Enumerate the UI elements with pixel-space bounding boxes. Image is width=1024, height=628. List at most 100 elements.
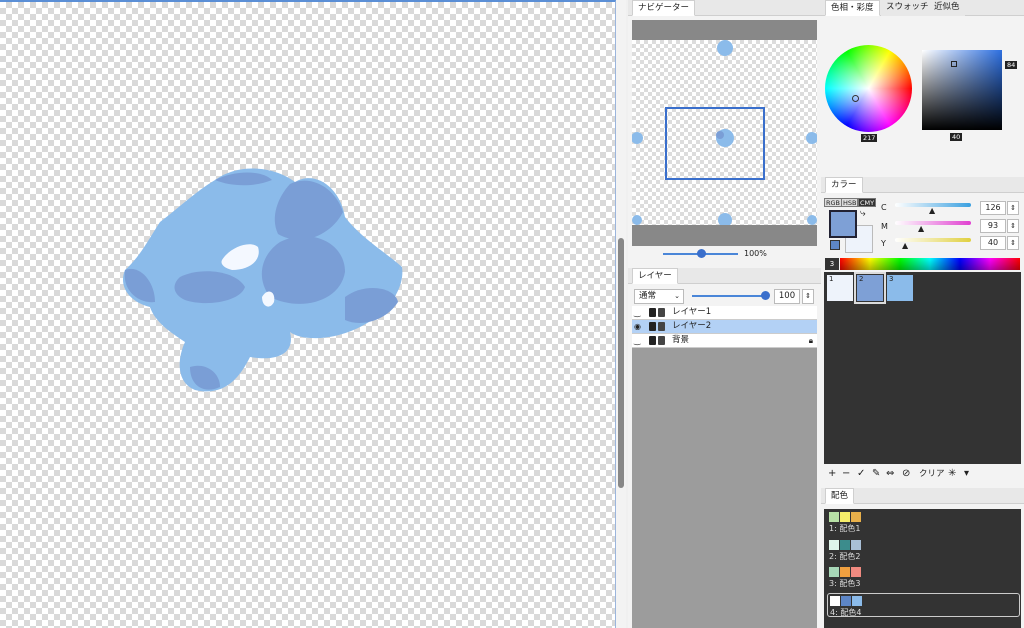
swap-icon[interactable]: ⇔ [886,466,894,482]
zoom-level: 100% [744,249,767,258]
layer-type-icon [649,322,656,331]
canvas-vertical-scrollbar[interactable] [616,0,626,628]
palette-chip [830,596,840,606]
tab-layers[interactable]: レイヤー [632,268,678,284]
layer-name: 背景 [672,335,690,345]
palette-chip [841,596,851,606]
slider-c-value[interactable]: 126 [980,201,1006,215]
palette-chip [851,567,861,577]
opacity-slider-thumb[interactable] [761,291,770,300]
colorpanel-tabbar: カラー [821,177,1024,193]
tab-swatch[interactable]: スウォッチ [881,0,934,16]
swap-colors-icon[interactable]: ⤷ [860,208,866,219]
slider-y-thumb[interactable]: ▲ [902,241,908,250]
artwork-blob [122,168,403,392]
scroll-thumb[interactable] [618,238,624,488]
hue-marker[interactable] [852,95,859,102]
mode-cmy-button[interactable]: CMY [858,198,877,207]
layer-list: ‿ レイヤー1 ◉ レイヤー2 ‿ 背景 🔒︎ [632,306,817,628]
palette-chip [829,540,839,550]
tab-color[interactable]: カラー [825,177,863,193]
eye-closed-icon[interactable]: ‿ [634,334,644,347]
blend-mode-select[interactable]: 通常 ⌄ [634,289,684,304]
layer-type-icon [649,308,656,317]
palette-chip [829,567,839,577]
pen-icon [658,308,665,317]
eye-open-icon[interactable]: ◉ [634,320,644,333]
slider-m-thumb[interactable]: ▲ [918,224,924,233]
clear-button[interactable]: クリア [919,466,945,482]
slider-m-track[interactable] [895,221,971,225]
opacity-spinner[interactable]: ⇕ [802,289,814,304]
slider-y-value[interactable]: 40 [980,236,1006,250]
palette-chip [840,567,850,577]
value-badge: 40 [950,133,963,141]
swatch-item[interactable]: 2 [854,272,886,304]
slider-m-spinner[interactable]: ⇕ [1007,219,1019,233]
swatch-toolbar: + − ✓ ✎ ⇔ ⊘ クリア ✳ ▾ [824,466,1021,482]
palette-set[interactable]: 4: 配色4 [827,593,1020,617]
menu-chevron-icon[interactable]: ▾ [964,466,969,482]
pen-icon [658,336,665,345]
swatch-item[interactable]: 1 [826,274,854,302]
slider-y-spinner[interactable]: ⇕ [1007,236,1019,250]
check-icon[interactable]: ✓ [857,466,865,482]
swatch-item[interactable]: 3 [886,274,914,302]
palette-tabbar: 配色 [821,488,1024,504]
palette-set[interactable]: 3: 配色3 [827,565,1020,589]
add-icon[interactable]: + [828,466,836,482]
layer-row[interactable]: ‿ 背景 🔒︎ [632,334,817,348]
mode-rgb-button[interactable]: RGB [824,198,843,207]
opacity-slider-track[interactable] [692,295,766,297]
tab-navigator[interactable]: ナビゲーター [632,0,696,16]
layer-type-icon [649,336,656,345]
palette-set[interactable]: 1: 配色1 [827,510,1020,534]
palette-chip [851,540,861,550]
tab-hue-saturation[interactable]: 色相・彩度 [825,0,880,16]
zoom-slider-thumb[interactable] [697,249,706,258]
eye-closed-icon[interactable]: ‿ [634,306,644,319]
slider-c-spinner[interactable]: ⇕ [1007,201,1019,215]
prohibit-icon[interactable]: ⊘ [902,466,910,482]
lock-icon[interactable]: 🔒︎ [809,334,813,347]
layer-row[interactable]: ‿ レイヤー1 [632,306,817,320]
mode-hsb-button[interactable]: HSB [841,198,859,207]
color-spectrum-bar[interactable] [840,258,1020,270]
tab-palette[interactable]: 配色 [825,488,855,504]
navigator-viewport-rect[interactable] [665,107,765,180]
palette-chip [829,512,839,522]
drawing-canvas[interactable] [0,0,616,628]
palette-chip [852,596,862,606]
swatch-label: 3 [889,275,894,283]
palette-label: 1: 配色1 [829,524,861,533]
navigator-thumbnail[interactable] [632,40,817,225]
slider-c-thumb[interactable]: ▲ [929,206,935,215]
navigator-tabbar: ナビゲーター [628,0,821,16]
opacity-input[interactable]: 100 [774,289,800,304]
hue-wheel[interactable] [825,45,912,132]
layer-name: レイヤー2 [672,321,712,331]
tab-similar-colors[interactable]: 近似色 [929,0,965,16]
foreground-color-swatch[interactable] [829,210,857,238]
palette-chip [851,512,861,522]
layer-name: レイヤー1 [672,307,712,317]
saturation-value-square[interactable] [922,50,1002,130]
pen-icon [658,322,665,331]
blend-mode-value: 通常 [639,291,657,301]
sv-marker[interactable] [951,61,957,67]
sparkle-icon[interactable]: ✳ [948,466,956,482]
swatch-label: 2 [859,275,864,283]
hue-badge: 217 [861,134,878,142]
saturation-badge: 84 [1005,61,1018,69]
app-window: ナビゲーター 100% レイヤー 通常 ⌄ 100 ⇕ ‿ レイヤー1 ◉ レイ… [0,0,1024,628]
layer-row[interactable]: ◉ レイヤー2 [632,320,817,334]
slider-y-label: Y [881,239,886,248]
swatch-label: 1 [829,275,834,283]
palette-set[interactable]: 2: 配色2 [827,538,1020,562]
slider-m-value[interactable]: 93 [980,219,1006,233]
chevron-down-icon: ⌄ [674,292,680,300]
palette-label: 3: 配色3 [829,579,861,588]
eyedropper-icon[interactable]: ✎ [872,466,880,482]
transparent-color-swatch[interactable] [830,240,840,250]
remove-icon[interactable]: − [842,466,850,482]
